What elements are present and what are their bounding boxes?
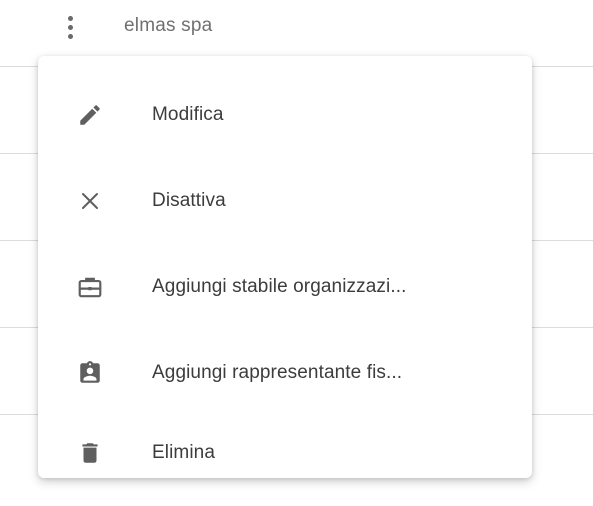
table-row: elmas spa [0, 0, 593, 56]
menu-item-aggiungi-rappresentante[interactable]: Aggiungi rappresentante fis... [38, 330, 532, 416]
page: elmas spa Modifica Disattiva Aggiungi st… [0, 0, 593, 506]
menu-item-modifica[interactable]: Modifica [38, 72, 532, 158]
trash-icon [76, 439, 104, 467]
company-name: elmas spa [124, 15, 213, 36]
pencil-icon [76, 101, 104, 129]
menu-item-label: Aggiungi rappresentante fis... [152, 362, 403, 383]
menu-item-elimina[interactable]: Elimina [38, 410, 532, 478]
menu-item-label: Modifica [152, 104, 224, 125]
more-vert-icon[interactable] [60, 10, 80, 44]
menu-item-label: Aggiungi stabile organizzazi... [152, 276, 407, 297]
menu-item-aggiungi-stabile[interactable]: Aggiungi stabile organizzazi... [38, 244, 532, 330]
clipboard-account-icon [76, 359, 104, 387]
close-icon [76, 187, 104, 215]
briefcase-icon [76, 273, 104, 301]
context-menu: Modifica Disattiva Aggiungi stabile orga… [38, 56, 532, 478]
menu-item-label: Disattiva [152, 190, 226, 211]
menu-item-label: Elimina [152, 442, 215, 463]
menu-item-disattiva[interactable]: Disattiva [38, 158, 532, 244]
